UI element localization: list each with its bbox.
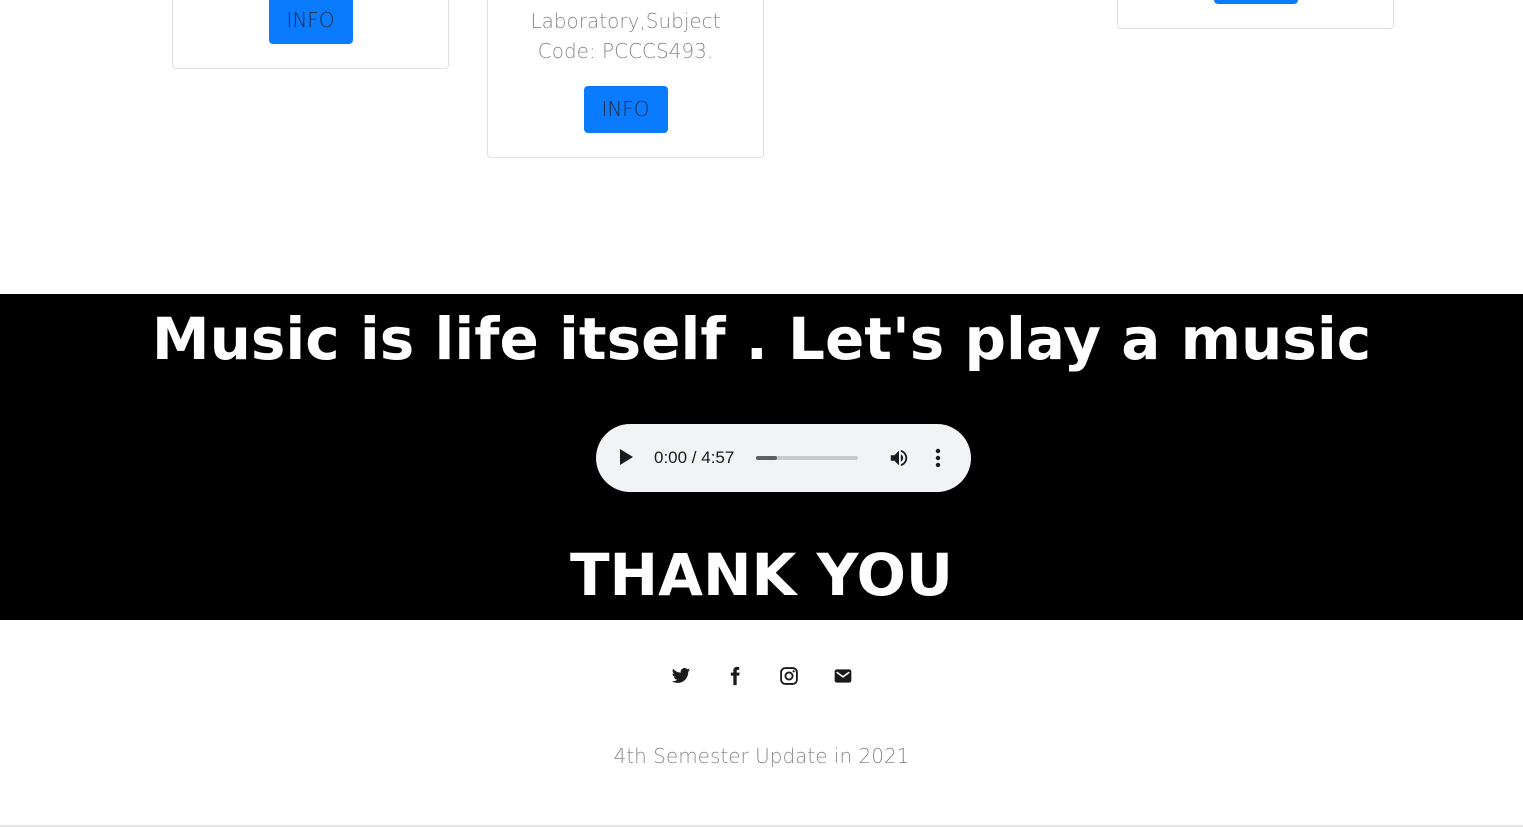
thank-you-heading: THANK YOU [569,541,953,609]
facebook-icon[interactable] [725,665,745,687]
info-button-2[interactable]: INFO [583,86,668,133]
music-section: Music is life itself . Let's play a musi… [0,294,1523,620]
instagram-icon[interactable] [779,665,799,687]
card-description-line-1: Laboratory,Subject [530,9,721,33]
audio-player[interactable]: 0:00 / 4:57 [596,424,971,492]
audio-progress-bar[interactable] [756,456,858,460]
footer-update-text: 4th Semester Update in 2021 [613,744,910,768]
audio-time: 0:00 / 4:57 [654,448,735,467]
page: INFO Laboratory,Subject Code: PCCCS493. … [0,0,1523,827]
subject-card-2: Laboratory,Subject Code: PCCCS493. INFO [487,0,764,158]
card-description-line-2: Code: PCCCS493. [537,39,714,63]
play-icon[interactable] [620,449,633,465]
twitter-icon[interactable] [671,665,691,687]
subject-card-1: INFO [172,0,449,69]
audio-buffered [756,456,778,460]
more-vertical-icon[interactable] [928,446,948,470]
email-icon[interactable] [833,665,853,687]
social-links [0,665,1523,695]
info-button-3[interactable] [1213,0,1298,4]
card-description: Laboratory,Subject Code: PCCCS493. [488,6,763,66]
music-heading: Music is life itself . Let's play a musi… [151,305,1372,373]
subject-card-3 [1117,0,1394,29]
info-button-1[interactable]: INFO [268,0,353,44]
volume-icon[interactable] [888,447,910,469]
